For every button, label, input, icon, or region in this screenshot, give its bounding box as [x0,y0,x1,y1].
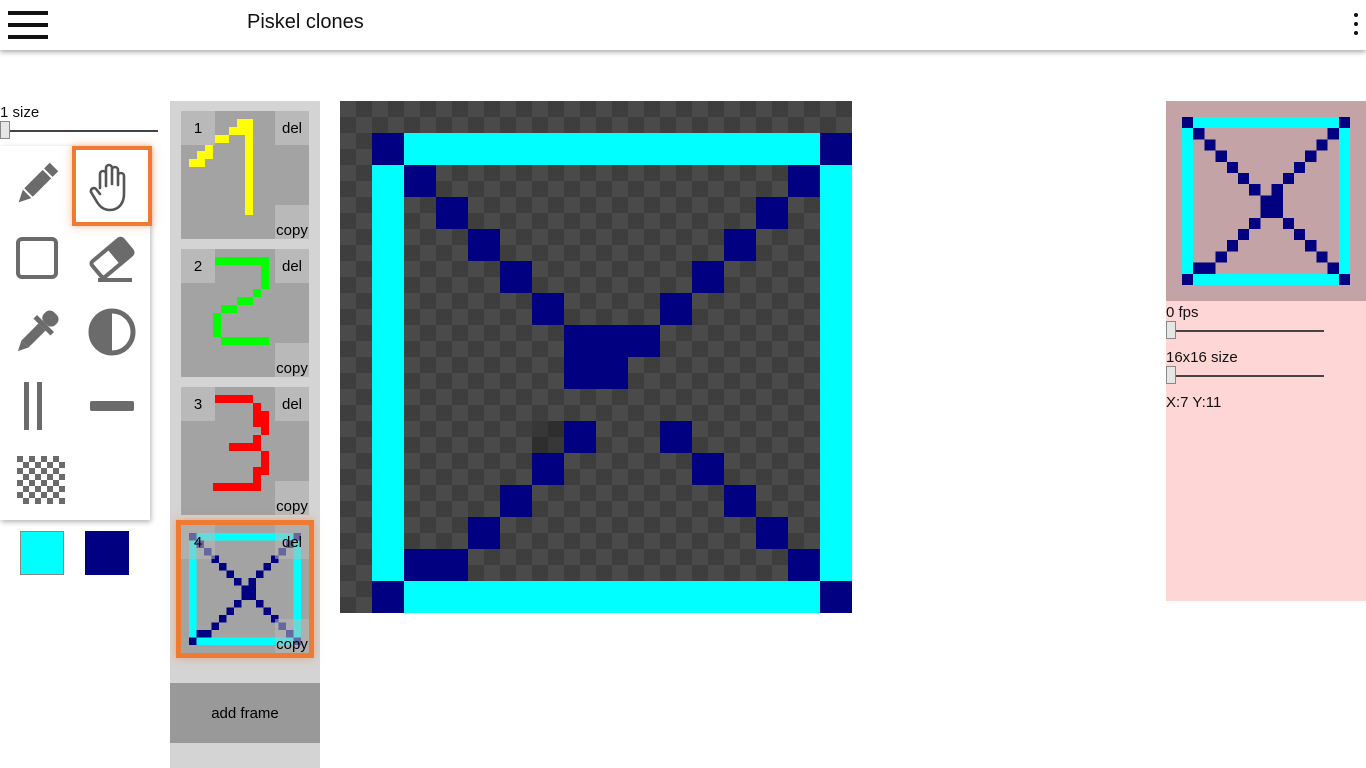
eraser-tool[interactable] [76,222,148,294]
dither-tool[interactable] [1,444,73,516]
copy-frame-button[interactable]: copy [275,205,309,239]
rectangle-tool[interactable] [1,222,73,294]
copy-frame-button[interactable]: copy [275,619,309,653]
app-title: Piskel clones [247,11,364,33]
horizontal-line-icon [90,401,134,411]
more-options-icon[interactable] [1352,13,1360,37]
frame-thumbnail-3[interactable]: 3 del copy [181,387,309,515]
fps-label: 0 fps [1166,304,1199,321]
frame-thumbnail-1[interactable]: 1 del copy [181,111,309,239]
hamburger-menu-icon[interactable] [8,11,48,39]
tool-panel [0,146,150,520]
delete-frame-button[interactable]: del [275,525,309,559]
animation-preview [1166,101,1366,301]
canvas-size-thumb[interactable] [1166,366,1176,384]
frames-panel: 1 del copy 2 del copy 3 del copy 4 del c… [170,101,320,768]
canvas-size-slider[interactable] [1166,366,1324,384]
canvas-size-label: 16x16 size [1166,349,1238,366]
contrast-icon [88,308,136,356]
lighten-tool[interactable] [76,296,148,368]
pencil-tool[interactable] [1,148,73,220]
cursor-coordinates: X:7 Y:11 [1166,394,1222,411]
frame-number: 3 [181,387,215,421]
primary-color-swatch[interactable] [20,531,64,575]
frame-number: 4 [181,525,215,559]
frame-thumbnail-2[interactable]: 2 del copy [181,249,309,377]
fps-thumb[interactable] [1166,321,1176,339]
canvas-surface[interactable] [340,101,852,613]
eyedropper-icon [17,310,59,352]
brush-size-slider[interactable] [0,121,158,139]
checkerboard-icon [17,456,65,504]
color-picker-tool[interactable] [1,296,73,368]
add-frame-button[interactable]: add frame [170,683,320,743]
brush-size-thumb[interactable] [0,121,10,139]
hand-icon [89,163,126,212]
square-outline-icon [16,237,58,279]
copy-frame-button[interactable]: copy [275,481,309,515]
preview-drawing [1182,117,1350,285]
drawing-canvas[interactable] [340,101,852,613]
app-bar: Piskel clones [0,0,1366,50]
fps-slider[interactable] [1166,321,1324,339]
vertical-mirror-tool[interactable] [1,370,73,442]
delete-frame-button[interactable]: del [275,249,309,283]
eraser-icon [89,236,135,282]
copy-frame-button[interactable]: copy [275,343,309,377]
frame-number: 2 [181,249,215,283]
secondary-color-swatch[interactable] [85,531,129,575]
delete-frame-button[interactable]: del [275,111,309,145]
hovered-pixel [532,421,564,453]
brush-size-label: 1 size [0,104,40,121]
frame-number: 1 [181,111,215,145]
move-tool[interactable] [76,150,148,222]
vertical-lines-icon [24,382,42,430]
delete-frame-button[interactable]: del [275,387,309,421]
horizontal-line-tool[interactable] [76,370,148,442]
frame-thumbnail-4[interactable]: 4 del copy [181,525,309,653]
pencil-icon [18,162,59,203]
